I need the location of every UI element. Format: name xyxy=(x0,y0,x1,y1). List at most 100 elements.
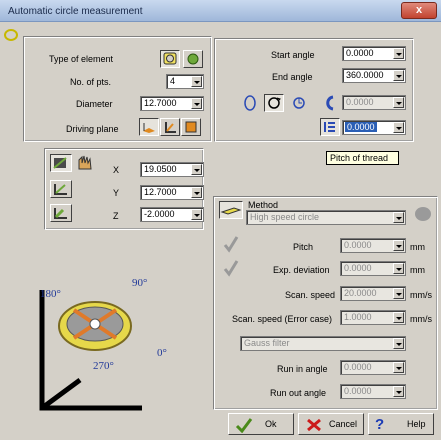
hand-icon[interactable] xyxy=(75,153,95,171)
scan-speed-error-value: 1.0000 xyxy=(344,312,372,322)
y-label: Y xyxy=(113,188,120,198)
type-of-element-label: Type of element xyxy=(49,54,114,64)
filter-select[interactable]: Gauss filter xyxy=(240,336,406,351)
chevron-down-icon[interactable] xyxy=(191,98,202,109)
chevron-down-icon[interactable] xyxy=(191,76,202,87)
plane-yz-button[interactable] xyxy=(181,118,201,136)
ok-label: Ok xyxy=(265,419,277,429)
cancel-button[interactable]: Cancel xyxy=(298,413,364,435)
angle-field-3-value: 0.0000 xyxy=(346,97,374,107)
chevron-down-icon[interactable] xyxy=(393,70,404,81)
z-select[interactable]: -2.0000 xyxy=(140,207,204,222)
coord-machine-icon xyxy=(53,157,67,169)
pitch-unit: mm xyxy=(410,242,425,252)
cancel-x-icon xyxy=(307,418,321,432)
method-probe-button[interactable] xyxy=(219,201,243,219)
run-in-select[interactable]: 0.0000 xyxy=(340,360,406,375)
chevron-down-icon[interactable] xyxy=(393,263,404,274)
end-angle-value: 360.0000 xyxy=(346,70,384,80)
circle-type-button[interactable] xyxy=(160,50,180,68)
chevron-down-icon[interactable] xyxy=(393,362,404,373)
chevron-down-icon[interactable] xyxy=(393,240,404,251)
pitch-value: 0.0000 xyxy=(344,240,372,250)
deviation-value: 0.0000 xyxy=(344,263,372,273)
axis-diagonal xyxy=(40,377,82,411)
chevron-down-icon[interactable] xyxy=(393,48,404,59)
pitch-select[interactable]: 0.0000 xyxy=(340,238,406,253)
pitch-thread-value: 0.0000 xyxy=(345,122,377,132)
cw-direction-button[interactable] xyxy=(264,94,284,112)
pitch-label: Pitch xyxy=(293,242,314,252)
end-angle-label: End angle xyxy=(272,72,313,82)
deviation-select[interactable]: 0.0000 xyxy=(340,261,406,276)
chevron-down-icon[interactable] xyxy=(393,386,404,397)
scan-speed-error-unit: mm/s xyxy=(410,314,432,324)
diameter-value: 12.7000 xyxy=(144,98,177,108)
x-select[interactable]: 19.0500 xyxy=(140,162,204,177)
coord-part-icon xyxy=(54,184,67,195)
scan-speed-unit: mm/s xyxy=(410,290,432,300)
deviation-check-icon[interactable] xyxy=(221,258,241,278)
thread-icon[interactable] xyxy=(321,94,339,112)
plane-xy-button[interactable] xyxy=(139,118,159,136)
cw-direction-icon xyxy=(268,97,281,109)
chevron-down-icon[interactable] xyxy=(393,312,404,323)
npts-value: 4 xyxy=(170,76,176,86)
chevron-down-icon[interactable] xyxy=(191,187,202,198)
coord-part-button[interactable] xyxy=(50,180,72,198)
disc-type-icon xyxy=(187,53,199,65)
chevron-down-icon[interactable] xyxy=(191,209,202,220)
scan-speed-error-select[interactable]: 1.0000 xyxy=(340,310,406,325)
pitch-thread-select[interactable]: 0.0000 xyxy=(342,120,406,135)
chevron-down-icon[interactable] xyxy=(393,122,404,133)
chevron-down-icon[interactable] xyxy=(393,288,404,299)
coord-relative-button[interactable] xyxy=(50,204,72,222)
circle-type-icon xyxy=(163,52,177,65)
method-option-icon[interactable] xyxy=(412,204,434,224)
diameter-label: Diameter xyxy=(76,99,113,109)
run-out-select[interactable]: 0.0000 xyxy=(340,384,406,399)
y-value: 12.7000 xyxy=(144,187,177,197)
run-in-label: Run in angle xyxy=(277,364,328,374)
method-select[interactable]: High speed circle xyxy=(246,210,406,225)
disc-type-button[interactable] xyxy=(183,50,203,68)
circle-diagram xyxy=(39,290,142,411)
coord-machine-button[interactable] xyxy=(50,154,72,172)
full-circle-icon[interactable] xyxy=(240,94,260,112)
angle-180-label: 180° xyxy=(40,288,61,300)
pitch-check-icon[interactable] xyxy=(221,234,241,254)
chevron-down-icon[interactable] xyxy=(191,164,202,175)
plane-xz-button[interactable] xyxy=(160,118,180,136)
coord-relative-icon xyxy=(54,208,67,219)
end-angle-select[interactable]: 360.0000 xyxy=(342,68,406,83)
start-angle-value: 0.0000 xyxy=(346,48,374,58)
ccw-direction-icon[interactable] xyxy=(289,94,309,112)
pitch-thread-tooltip: Pitch of thread xyxy=(326,151,399,165)
ok-button[interactable]: Ok xyxy=(228,413,294,435)
start-angle-select[interactable]: 0.0000 xyxy=(342,46,406,61)
diameter-select[interactable]: 12.7000 xyxy=(140,96,204,111)
angle-field-3[interactable]: 0.0000 xyxy=(342,95,406,110)
npts-label: No. of pts. xyxy=(70,77,112,87)
deviation-label: Exp. deviation xyxy=(273,265,330,275)
pitch-thread-button[interactable] xyxy=(320,118,340,136)
y-select[interactable]: 12.7000 xyxy=(140,185,204,200)
help-button[interactable]: ? Help xyxy=(368,413,434,435)
chevron-down-icon[interactable] xyxy=(393,212,404,223)
plane-xy-icon xyxy=(143,123,155,133)
angle-90-label: 90° xyxy=(132,277,148,289)
help-label: Help xyxy=(407,419,426,429)
angle-0-label: 0° xyxy=(157,347,167,359)
x-label: X xyxy=(113,165,120,175)
method-label: Method xyxy=(248,200,279,210)
scan-speed-value: 20.0000 xyxy=(344,288,377,298)
run-out-label: Run out angle xyxy=(270,388,327,398)
scan-speed-select[interactable]: 20.0000 xyxy=(340,286,406,301)
chevron-down-icon[interactable] xyxy=(393,97,404,108)
chevron-down-icon[interactable] xyxy=(393,338,404,349)
npts-select[interactable]: 4 xyxy=(166,74,204,89)
probe-icon xyxy=(220,207,242,215)
close-button[interactable]: x xyxy=(401,2,437,19)
z-label: Z xyxy=(113,211,119,221)
help-icon: ? xyxy=(375,416,385,433)
